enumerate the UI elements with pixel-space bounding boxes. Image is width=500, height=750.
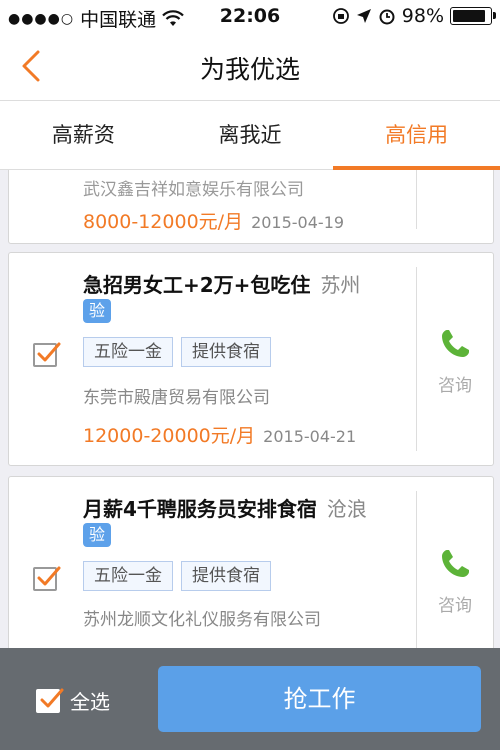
tab-high-salary[interactable]: 高薪资: [0, 101, 167, 169]
job-title[interactable]: 月薪4千聘服务员安排食宿 沧浪: [83, 493, 367, 522]
consult-button[interactable]: 咨询: [417, 547, 493, 616]
phone-icon: [442, 330, 469, 357]
salary-line: 12000-20000元/月 2015-04-21: [83, 421, 356, 448]
verified-badge: 验: [83, 523, 111, 547]
battery-icon: [450, 7, 496, 25]
job-city: 苏州: [320, 273, 361, 297]
job-card[interactable]: 急招男女工+2万+包吃住 苏州 验 五险一金 提供食宿 东莞市殿唐贸易有限公司 1…: [8, 252, 494, 466]
post-date: 2015-04-19: [251, 213, 345, 232]
tag-insurance: 五险一金: [83, 561, 173, 591]
tag-lodging: 提供食宿: [181, 561, 271, 591]
status-bar: ●●●●○ 中国联通 22:06 98%: [0, 0, 500, 34]
page-title: 为我优选: [199, 55, 300, 84]
job-list[interactable]: 武汉鑫吉祥如意娱乐有限公司 8000-12000元/月 2015-04-19 急招…: [0, 170, 500, 648]
location-arrow-icon: [356, 9, 371, 23]
salary: 12000-20000元/月: [83, 425, 256, 447]
job-checkbox[interactable]: [33, 342, 61, 367]
battery-fill: [453, 10, 486, 22]
job-card[interactable]: 月薪4千聘服务员安排食宿 沧浪 验 五险一金 提供食宿 苏州龙顺文化礼仪服务有限公…: [8, 476, 494, 648]
select-all-checkbox[interactable]: [36, 688, 64, 713]
alarm-icon: [379, 9, 395, 25]
job-city: 沧浪: [326, 497, 367, 521]
card-divider: [416, 170, 417, 229]
check-icon: [37, 342, 61, 362]
job-tags: 五险一金 提供食宿: [83, 561, 271, 591]
job-title-text: 月薪4千聘服务员安排食宿: [83, 497, 317, 521]
battery-percent: 98%: [401, 5, 444, 27]
job-checkbox[interactable]: [33, 566, 61, 591]
consult-label: 咨询: [438, 376, 472, 396]
verified-badge: 验: [83, 299, 111, 323]
consult-button[interactable]: 咨询: [417, 327, 493, 396]
salary: 8000-12000元/月: [83, 211, 244, 233]
phone-icon: [442, 550, 469, 577]
check-icon: [40, 688, 64, 707]
status-right: 98%: [332, 5, 496, 27]
company-name: 武汉鑫吉祥如意娱乐有限公司: [83, 180, 304, 200]
rotation-lock-icon: [332, 8, 349, 24]
nav-bar: 为我优选: [0, 34, 500, 101]
job-title-text: 急招男女工+2万+包吃住: [83, 273, 311, 297]
select-all-toggle[interactable]: 全选: [36, 686, 110, 715]
post-date: 2015-04-21: [263, 427, 357, 446]
company-name: 苏州龙顺文化礼仪服务有限公司: [83, 610, 321, 630]
company-name: 东莞市殿唐贸易有限公司: [83, 388, 270, 408]
tab-high-credit[interactable]: 高信用: [333, 101, 500, 170]
tag-insurance: 五险一金: [83, 337, 173, 367]
job-title[interactable]: 急招男女工+2万+包吃住 苏州: [83, 269, 360, 298]
job-card[interactable]: 武汉鑫吉祥如意娱乐有限公司 8000-12000元/月 2015-04-19: [8, 170, 494, 244]
grab-job-button[interactable]: 抢工作: [158, 666, 481, 732]
tab-bar: 高薪资 离我近 高信用: [0, 101, 500, 170]
check-icon: [37, 566, 61, 586]
select-all-label: 全选: [70, 690, 110, 714]
salary-line: 8000-12000元/月 2015-04-19: [83, 207, 344, 234]
bottom-action-bar: 全选 抢工作: [0, 648, 500, 750]
tab-nearby[interactable]: 离我近: [167, 101, 334, 169]
job-tags: 五险一金 提供食宿: [83, 337, 271, 367]
tag-lodging: 提供食宿: [181, 337, 271, 367]
consult-label: 咨询: [438, 596, 472, 616]
